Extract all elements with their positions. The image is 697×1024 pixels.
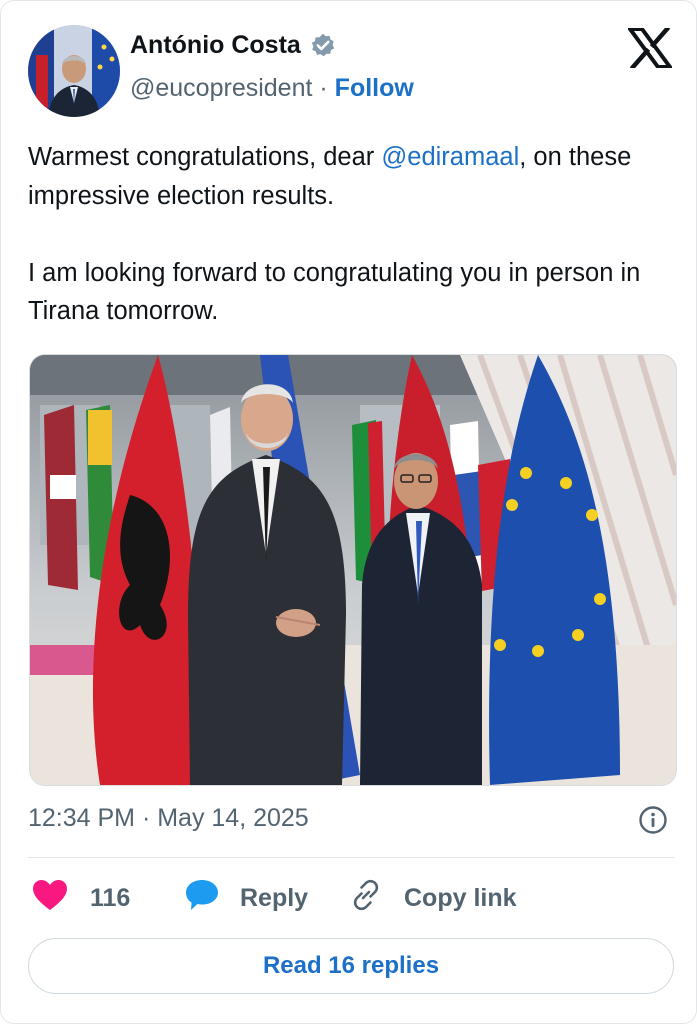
tweet-card: António Costa @eucopresident · Follow Wa…	[0, 0, 697, 1024]
like-count: 116	[90, 883, 131, 912]
follow-button[interactable]: Follow	[335, 74, 414, 102]
tweet-timestamp[interactable]: 12:34 PM · May 14, 2025	[28, 804, 309, 833]
like-button[interactable]: 116	[32, 873, 130, 923]
info-icon[interactable]	[638, 805, 668, 835]
tweet-paragraph-2: I am looking forward to congratulating y…	[28, 258, 641, 326]
reply-label: Reply	[240, 883, 309, 912]
mention-link[interactable]: @ediramaal	[381, 143, 519, 171]
tweet-paragraph-1: Warmest congratulations, dear @ediramaal…	[28, 143, 632, 210]
tweet-photo[interactable]	[29, 354, 677, 786]
copy-link-label: Copy link	[404, 883, 517, 912]
author-handle[interactable]: @eucopresident	[130, 74, 312, 102]
speech-bubble-icon	[184, 878, 220, 919]
heart-icon	[32, 879, 68, 918]
x-logo-icon[interactable]	[626, 25, 674, 71]
action-bar: 116 Reply Copy link	[28, 873, 674, 923]
divider	[28, 857, 674, 858]
reply-button[interactable]: Reply	[184, 873, 308, 923]
read-replies-button[interactable]: Read 16 replies	[28, 938, 674, 994]
author-handle-line: @eucopresident · Follow	[130, 74, 414, 103]
copy-link-button[interactable]: Copy link	[348, 873, 517, 923]
handle-separator: ·	[319, 74, 328, 102]
author-avatar[interactable]	[28, 25, 120, 117]
link-icon	[348, 877, 384, 920]
tweet-text: Warmest congratulations, dear @ediramaal…	[28, 138, 668, 331]
author-name[interactable]: António Costa	[130, 31, 301, 60]
author-name-row[interactable]: António Costa	[130, 31, 337, 60]
verified-badge-icon	[309, 32, 337, 60]
